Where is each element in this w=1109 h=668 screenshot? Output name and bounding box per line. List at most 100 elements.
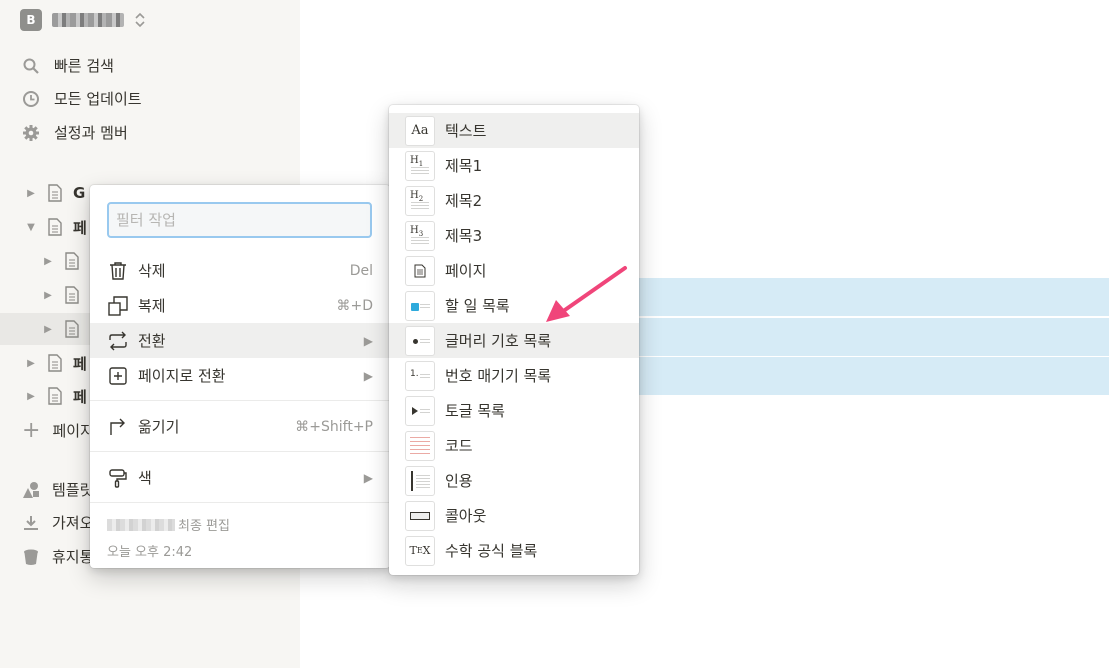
page-icon bbox=[48, 184, 62, 202]
sidebar-page-label: 페 bbox=[73, 387, 87, 406]
menu-divider bbox=[90, 502, 390, 503]
gear-icon bbox=[22, 124, 40, 142]
add-page-button[interactable]: + 페이지 bbox=[22, 417, 94, 443]
annotation-arrow-icon bbox=[546, 266, 627, 322]
turn-into-quote-label: 인용 bbox=[445, 472, 473, 490]
templates-label: 템플릿 bbox=[52, 481, 94, 499]
shapes-icon bbox=[23, 481, 39, 498]
turn-into-quote[interactable]: 인용 bbox=[389, 463, 639, 498]
page-icon bbox=[48, 354, 62, 372]
move-to-shortcut: ⌘+Shift+P bbox=[295, 418, 373, 435]
turn-into-page-icon bbox=[107, 365, 129, 387]
turn-into-todo-label: 할 일 목록 bbox=[445, 297, 510, 315]
quote-icon bbox=[405, 465, 435, 496]
turn-into-bulleted-list[interactable]: 글머리 기호 목록 bbox=[389, 323, 639, 358]
triangle-right-icon[interactable]: ▶ bbox=[25, 391, 37, 402]
duplicate-icon bbox=[107, 295, 129, 317]
turn-into-toggle-list[interactable]: 토글 목록 bbox=[389, 393, 639, 428]
templates-item[interactable]: 템플릿 bbox=[22, 479, 93, 500]
triangle-right-icon[interactable]: ▶ bbox=[25, 188, 37, 199]
import-label: 가져오 bbox=[52, 514, 94, 532]
clock-icon bbox=[22, 90, 40, 108]
quick-find-label: 빠른 검색 bbox=[54, 57, 114, 75]
sidebar-page-label: 페 bbox=[73, 354, 87, 373]
last-edited-label: 최종 편집 bbox=[178, 519, 230, 534]
bullet-list-icon bbox=[405, 325, 435, 356]
page-icon bbox=[65, 320, 79, 338]
tex-icon: TEX bbox=[405, 535, 435, 566]
checkbox-icon bbox=[405, 290, 435, 321]
turn-into-heading3[interactable]: H3 제목3 bbox=[389, 218, 639, 253]
turn-into-numbered-list-label: 번호 매기기 목록 bbox=[445, 367, 552, 385]
all-updates-item[interactable]: 모든 업데이트 bbox=[22, 88, 142, 109]
chevron-up-down-icon bbox=[135, 12, 145, 28]
triangle-right-icon[interactable]: ▶ bbox=[42, 256, 54, 267]
add-page-label: 페이지 bbox=[52, 422, 94, 440]
duplicate-shortcut: ⌘+D bbox=[336, 297, 373, 314]
convert-icon bbox=[107, 330, 129, 352]
turn-into-heading2[interactable]: H2 제목2 bbox=[389, 183, 639, 218]
import-item[interactable]: 가져오 bbox=[22, 512, 93, 533]
turn-into-callout[interactable]: 콜아웃 bbox=[389, 498, 639, 533]
block-action-menu: 삭제 Del 복제 ⌘+D 전환 ▶ 페이지로 전환 ▶ 옮기기 ⌘+Shift… bbox=[90, 185, 390, 568]
workspace-name-redacted bbox=[52, 13, 124, 27]
editor-name-redacted bbox=[107, 518, 175, 531]
heading3-icon: H3 bbox=[405, 220, 435, 251]
code-block-icon bbox=[405, 430, 435, 461]
turn-into-page-menu-item[interactable]: 페이지로 전환 ▶ bbox=[90, 358, 390, 393]
turn-into-menu-item[interactable]: 전환 ▶ bbox=[90, 323, 390, 358]
settings-members-item[interactable]: 설정과 멤버 bbox=[22, 122, 128, 143]
download-icon bbox=[24, 515, 38, 530]
turn-into-callout-label: 콜아웃 bbox=[445, 507, 487, 525]
trash-icon bbox=[24, 549, 38, 565]
turn-into-math-block-label: 수학 공식 블록 bbox=[445, 542, 538, 560]
duplicate-label: 복제 bbox=[138, 297, 166, 315]
turn-into-code-label: 코드 bbox=[445, 437, 473, 455]
turn-into-page-label: 페이지로 전환 bbox=[138, 367, 226, 385]
turn-into-page-label: 페이지 bbox=[445, 262, 487, 280]
toggle-list-icon bbox=[405, 395, 435, 426]
delete-label: 삭제 bbox=[138, 262, 166, 280]
plus-icon: + bbox=[22, 417, 41, 443]
turn-into-submenu: Aa 텍스트 H1 제목1 H2 제목2 H3 제목3 페이지 할 일 목록 글… bbox=[389, 105, 639, 575]
delete-menu-item[interactable]: 삭제 Del bbox=[90, 253, 390, 288]
page-icon bbox=[48, 218, 62, 236]
all-updates-label: 모든 업데이트 bbox=[54, 90, 142, 108]
turn-into-toggle-list-label: 토글 목록 bbox=[445, 402, 505, 420]
triangle-right-icon[interactable]: ▶ bbox=[42, 290, 54, 301]
turn-into-text[interactable]: Aa 텍스트 bbox=[389, 113, 639, 148]
turn-into-numbered-list[interactable]: 1. 번호 매기기 목록 bbox=[389, 358, 639, 393]
workspace-avatar: B bbox=[20, 9, 42, 31]
trash-label: 휴지통 bbox=[52, 548, 94, 566]
move-icon bbox=[107, 416, 129, 438]
callout-icon bbox=[405, 500, 435, 531]
paint-roller-icon bbox=[107, 467, 129, 489]
sidebar-page-label: 페 bbox=[73, 218, 87, 237]
turn-into-heading1[interactable]: H1 제목1 bbox=[389, 148, 639, 183]
move-to-menu-item[interactable]: 옮기기 ⌘+Shift+P bbox=[90, 409, 390, 444]
triangle-right-icon[interactable]: ▶ bbox=[25, 358, 37, 369]
search-icon bbox=[22, 57, 40, 75]
last-edited-time: 오늘 오후 2:42 bbox=[107, 545, 193, 560]
turn-into-label: 전환 bbox=[138, 332, 166, 350]
settings-members-label: 설정과 멤버 bbox=[54, 124, 128, 142]
turn-into-math-block[interactable]: TEX 수학 공식 블록 bbox=[389, 533, 639, 568]
quick-find-item[interactable]: 빠른 검색 bbox=[22, 55, 114, 76]
delete-shortcut: Del bbox=[349, 262, 373, 279]
filter-actions-input[interactable] bbox=[116, 211, 363, 229]
color-label: 색 bbox=[138, 469, 152, 487]
triangle-down-icon[interactable]: ▼ bbox=[25, 222, 37, 233]
workspace-switcher[interactable]: B bbox=[20, 9, 146, 31]
sidebar-page-label: G bbox=[73, 184, 86, 202]
text-block-icon: Aa bbox=[405, 115, 435, 146]
chevron-right-icon: ▶ bbox=[363, 333, 373, 348]
turn-into-code[interactable]: 코드 bbox=[389, 428, 639, 463]
trash-item[interactable]: 휴지통 bbox=[22, 546, 93, 567]
triangle-right-icon[interactable]: ▶ bbox=[42, 324, 54, 335]
duplicate-menu-item[interactable]: 복제 ⌘+D bbox=[90, 288, 390, 323]
filter-actions-field[interactable] bbox=[107, 202, 372, 238]
color-menu-item[interactable]: 색 ▶ bbox=[90, 460, 390, 495]
heading2-icon: H2 bbox=[405, 185, 435, 216]
page-icon bbox=[65, 252, 79, 270]
turn-into-heading1-label: 제목1 bbox=[445, 157, 483, 175]
